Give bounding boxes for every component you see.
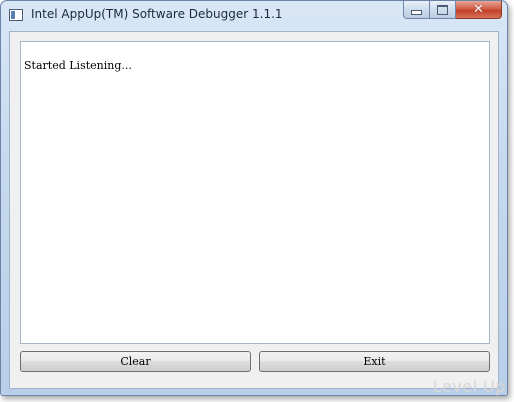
exit-button[interactable]: Exit	[259, 351, 490, 372]
log-text: Started Listening...	[24, 59, 132, 72]
app-window-icon[interactable]	[9, 9, 23, 21]
client-area: Started Listening... Clear Exit	[9, 31, 499, 389]
minimize-icon	[411, 10, 422, 15]
maximize-icon	[437, 4, 448, 15]
maximize-button[interactable]	[430, 1, 456, 19]
watermark: Level Up	[432, 377, 506, 396]
debugger-window: Intel AppUp(TM) Software Debugger 1.1.1 …	[0, 0, 508, 396]
clear-button[interactable]: Clear	[20, 351, 251, 372]
caption-buttons: ✕	[403, 1, 502, 19]
window-title: Intel AppUp(TM) Software Debugger 1.1.1	[31, 7, 283, 21]
minimize-button[interactable]	[403, 1, 430, 19]
close-icon: ✕	[473, 1, 484, 17]
title-bar[interactable]: Intel AppUp(TM) Software Debugger 1.1.1 …	[1, 1, 507, 29]
close-button[interactable]: ✕	[456, 1, 502, 19]
log-output[interactable]: Started Listening...	[20, 41, 490, 344]
